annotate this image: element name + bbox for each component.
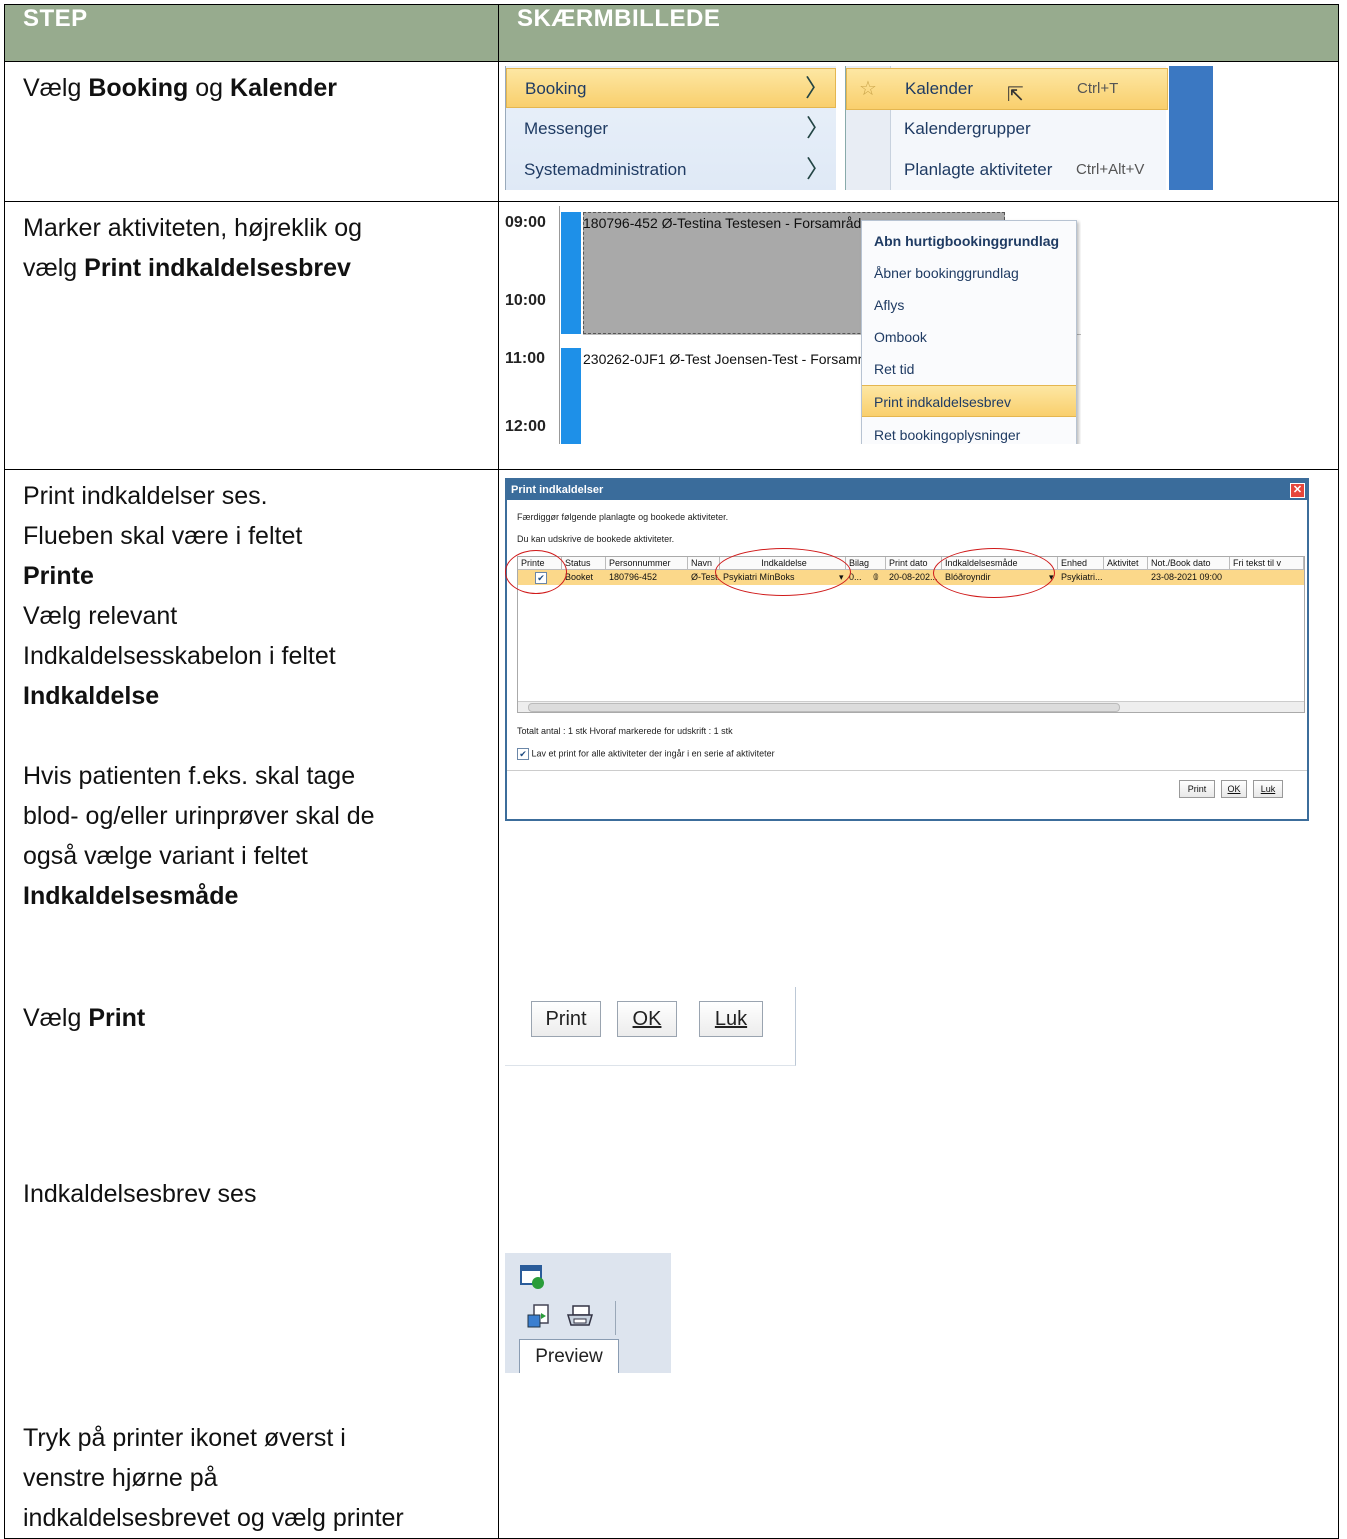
col-header[interactable]: Status	[562, 557, 606, 570]
time-label: 09:00	[505, 214, 546, 231]
appointment-bar[interactable]	[561, 212, 581, 334]
context-item[interactable]: Ret bookingoplysninger	[862, 419, 1076, 444]
printer-icon[interactable]	[565, 1303, 595, 1331]
print-indkaldelser-dialog: Print indkaldelser ✕ Færdiggør følgende …	[505, 478, 1309, 821]
export-document-icon[interactable]	[525, 1303, 553, 1331]
window-edge	[1169, 66, 1213, 190]
col-header[interactable]: Aktivitet	[1104, 557, 1148, 570]
preview-toolbar-closeup: Preview	[505, 1253, 671, 1373]
table-row[interactable]: ✔ Booket 180796-452 Ø-Test... Psykiatri …	[518, 570, 1304, 585]
series-checkbox[interactable]: ✔	[517, 748, 529, 760]
screenshot-cell-2: 09:00 10:00 11:00 12:00 180796-452 Ø-Tes…	[498, 201, 1339, 470]
screenshot-cell-1: Booking 〉 Messenger 〉 Systemadministration…	[498, 61, 1339, 202]
context-item[interactable]: Aflys	[862, 289, 1076, 321]
cell-book-dato: 23-08-2021 09:00	[1151, 572, 1223, 582]
time-label: 12:00	[505, 418, 546, 435]
cell-status: Booket	[565, 572, 594, 582]
dialog-info-2: Du kan udskrive de bookede aktiviteter.	[517, 534, 675, 544]
step-row-3: Print indkaldelser ses. Flueben skal vær…	[4, 469, 1339, 1539]
window-icon	[520, 1265, 544, 1289]
luk-button-large[interactable]: Luk	[699, 1001, 763, 1037]
submenu-item-kalender[interactable]: ☆ Kalender ⇱ Ctrl+T	[846, 68, 1168, 110]
scroll-thumb[interactable]	[528, 703, 1120, 712]
step-text-1: Vælg Booking og Kalender	[4, 61, 499, 202]
header-row: STEP SKÆRMBILLEDE	[4, 4, 1339, 62]
step-row-2: Marker aktiviteten, højreklik og vælg Pr…	[4, 201, 1339, 470]
activities-grid: Printe Status Personnummer Navn Indkalde…	[517, 556, 1305, 713]
step-text-3: Print indkaldelser ses. Flueben skal vær…	[4, 469, 499, 1539]
dialog-title-bar: Print indkaldelser ✕	[507, 480, 1307, 500]
col-header[interactable]: Bilag	[846, 557, 886, 570]
dialog-info-1: Færdiggør følgende planlagte og bookede …	[517, 512, 729, 522]
col-header[interactable]: Fri tekst til v	[1230, 557, 1304, 570]
chevron-right-icon: 〉	[805, 75, 829, 102]
booking-submenu: ☆ Kalender ⇱ Ctrl+T Kalendergrupper Plan…	[845, 66, 1168, 190]
appointment-text: 180796-452 Ø-Testina Testesen - Forsamrå…	[583, 215, 870, 231]
button-closeup: Print OK Luk	[505, 987, 797, 1067]
instruction-table: STEP SKÆRMBILLEDE Vælg Booking og Kalend…	[4, 4, 1339, 1539]
col-header[interactable]: Not./Book dato	[1148, 557, 1230, 570]
context-item[interactable]: Ombook	[862, 321, 1076, 353]
highlight-circle	[715, 548, 851, 596]
dialog-footer-divider	[507, 770, 1307, 771]
submenu-item-kalendergrupper[interactable]: Kalendergrupper	[846, 109, 1166, 149]
close-icon[interactable]: ✕	[1290, 483, 1305, 498]
appointment-text: 230262-0JF1 Ø-Test Joensen-Test - Forsam…	[583, 351, 861, 367]
col-header[interactable]: Personnummer	[606, 557, 688, 570]
context-item[interactable]: Ret tid	[862, 353, 1076, 385]
calendar-screenshot: 09:00 10:00 11:00 12:00 180796-452 Ø-Tes…	[505, 206, 1081, 444]
print-button[interactable]: Print	[1179, 780, 1215, 798]
highlight-circle	[933, 548, 1055, 598]
luk-button[interactable]: Luk	[1253, 780, 1283, 798]
menu-item-booking[interactable]: Booking 〉	[506, 68, 836, 108]
tab-preview[interactable]: Preview	[519, 1339, 619, 1373]
context-menu: Abn hurtigbookinggrundlag Åbner bookingg…	[861, 220, 1077, 444]
col-header[interactable]: Enhed	[1058, 557, 1104, 570]
context-item[interactable]: Abn hurtigbookinggrundlag	[862, 225, 1076, 257]
ok-button-large[interactable]: OK	[617, 1001, 677, 1037]
horizontal-scrollbar[interactable]	[518, 701, 1304, 712]
paperclip-icon[interactable]: 𝟘	[870, 570, 884, 585]
step-text-2: Marker aktiviteten, højreklik og vælg Pr…	[4, 201, 499, 470]
appointment-bar[interactable]	[561, 348, 581, 444]
toolbar-separator	[615, 1301, 616, 1335]
main-menu: Booking 〉 Messenger 〉 Systemadministration…	[505, 66, 836, 190]
highlight-circle	[505, 550, 567, 594]
context-item[interactable]: Åbner bookinggrundlag	[862, 257, 1076, 289]
series-checkbox-label: Lav et print for alle aktiviteter der in…	[531, 748, 775, 759]
time-label: 11:00	[505, 350, 546, 367]
preview-toolbar: Preview	[505, 1253, 671, 1373]
context-item-print-indkaldelsesbrev[interactable]: Print indkaldelsesbrev	[862, 385, 1076, 417]
time-label: 10:00	[505, 292, 546, 309]
star-icon: ☆	[859, 78, 877, 100]
menu-item-systemadministration[interactable]: Systemadministration 〉	[506, 150, 836, 190]
button-bar: Print OK Luk	[505, 987, 796, 1066]
header-step: STEP	[4, 4, 499, 62]
cell-cpr: 180796-452	[609, 572, 658, 582]
chevron-right-icon: 〉	[806, 115, 830, 142]
print-button-large[interactable]: Print	[531, 1001, 601, 1037]
header-screenshot: SKÆRMBILLEDE	[498, 4, 1339, 62]
step-row-1: Vælg Booking og Kalender Booking 〉 Messen…	[4, 61, 1339, 202]
chevron-right-icon: 〉	[806, 156, 830, 183]
time-column: 09:00 10:00 11:00 12:00	[505, 206, 557, 444]
screenshot-cell-3: Print indkaldelser ✕ Færdiggør følgende …	[498, 469, 1339, 1539]
ok-button[interactable]: OK	[1221, 780, 1247, 798]
menu-item-messenger[interactable]: Messenger 〉	[506, 109, 836, 149]
cell-enhed: Psykiatri...	[1061, 572, 1103, 582]
submenu-item-planlagte-aktiviteter[interactable]: Planlagte aktiviteter Ctrl+Alt+V	[846, 150, 1166, 190]
totals-text: Totalt antal : 1 stk Hvoraf markerede fo…	[517, 726, 733, 736]
menu-screenshot: Booking 〉 Messenger 〉 Systemadministration…	[505, 66, 1213, 190]
